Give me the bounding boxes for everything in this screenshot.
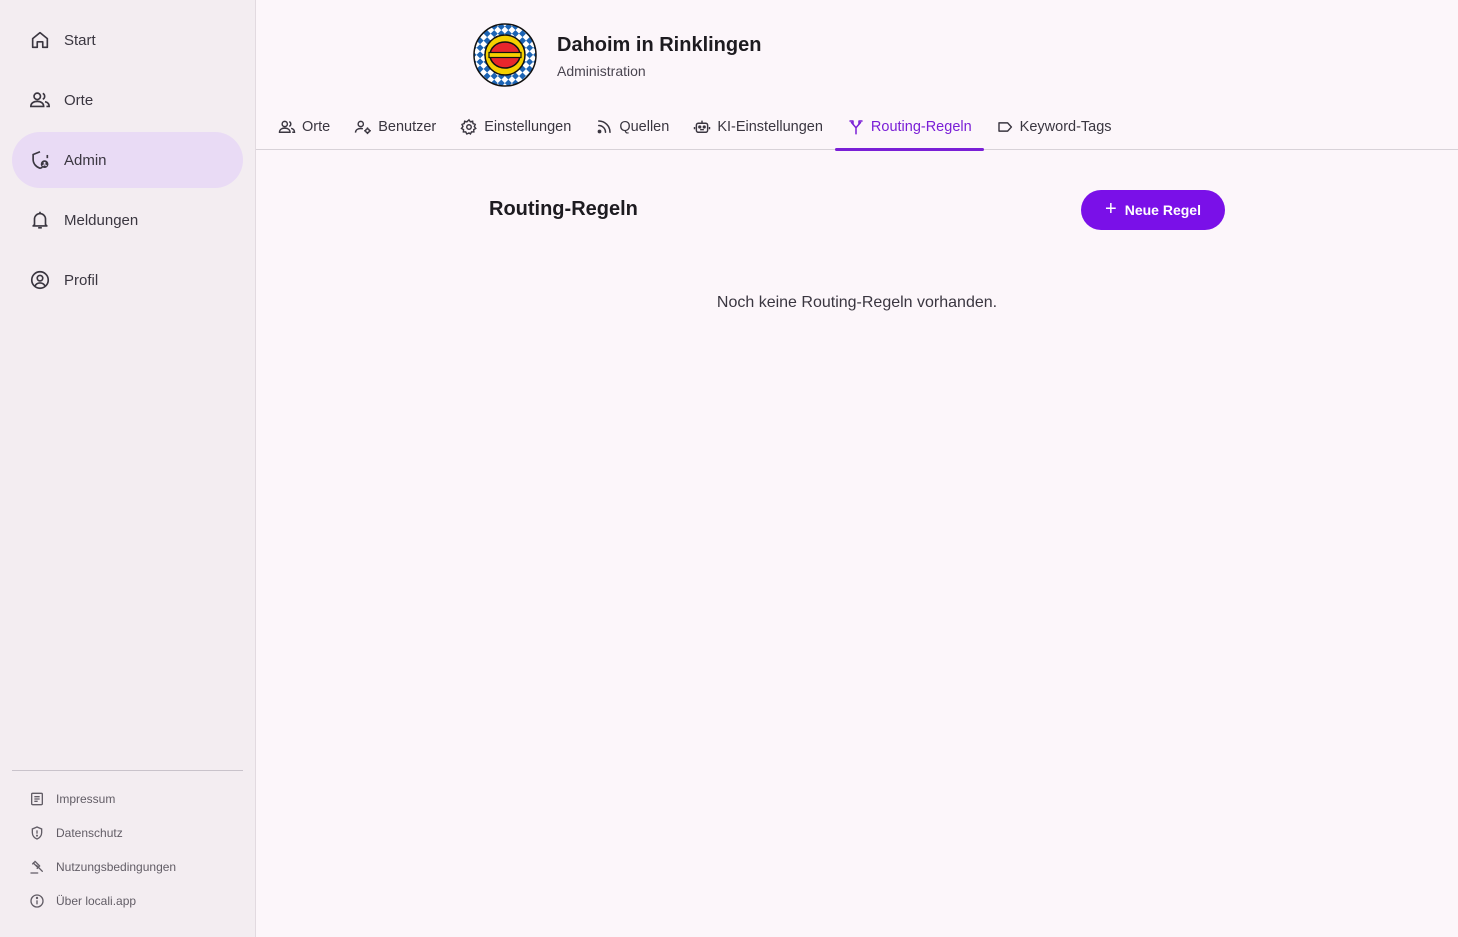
sidebar-item-orte[interactable]: Orte bbox=[12, 72, 243, 128]
sidebar: Start Orte Admin Meldungen Profil Impres… bbox=[0, 0, 256, 937]
user-cog-icon bbox=[354, 118, 372, 136]
footer-link-nutzungsbedingungen[interactable]: Nutzungsbedingungen bbox=[28, 858, 176, 876]
empty-state-message: Noch keine Routing-Regeln vorhanden. bbox=[716, 294, 998, 311]
sidebar-item-label: Profil bbox=[64, 271, 99, 289]
gavel-icon bbox=[28, 858, 46, 876]
tab-label: Einstellungen bbox=[484, 119, 572, 135]
tab-ki-einstellungen[interactable]: KI-Einstellungen bbox=[681, 104, 835, 150]
tab-label: Quellen bbox=[619, 119, 670, 135]
footer-link-label: Nutzungsbedingungen bbox=[56, 860, 177, 874]
home-icon bbox=[28, 28, 52, 52]
document-icon bbox=[28, 790, 46, 808]
coat-of-arms-logo bbox=[473, 23, 537, 87]
shield-icon bbox=[28, 824, 46, 842]
new-rule-button[interactable]: + Neue Regel bbox=[1081, 190, 1225, 230]
page-header: Dahoim in Rinklingen Administration Orte… bbox=[256, 0, 1458, 151]
tag-icon bbox=[996, 118, 1014, 136]
tab-keyword-tags[interactable]: Keyword-Tags bbox=[984, 104, 1124, 150]
users-icon bbox=[28, 88, 52, 112]
sidebar-item-label: Orte bbox=[64, 91, 94, 109]
tab-routing-regeln[interactable]: Routing-Regeln bbox=[834, 104, 984, 151]
tab-label: Orte bbox=[302, 119, 331, 135]
tab-label: Routing-Regeln bbox=[870, 119, 972, 135]
page-title: Routing-Regeln bbox=[489, 198, 638, 220]
sidebar-item-admin[interactable]: Admin bbox=[12, 132, 243, 188]
sidebar-item-label: Start bbox=[64, 31, 96, 49]
tab-einstellungen[interactable]: Einstellungen bbox=[448, 104, 583, 150]
footer-link-datenschutz[interactable]: Datenschutz bbox=[28, 824, 123, 842]
footer-link-label: Über locali.app bbox=[56, 894, 137, 908]
bell-icon bbox=[28, 208, 52, 232]
tab-quellen[interactable]: Quellen bbox=[583, 104, 681, 150]
tab-orte[interactable]: Orte bbox=[266, 104, 342, 150]
tab-label: KI-Einstellungen bbox=[717, 119, 823, 135]
footer-link-label: Datenschutz bbox=[56, 826, 123, 840]
footer-link-impressum[interactable]: Impressum bbox=[28, 790, 115, 808]
fork-icon bbox=[847, 118, 865, 136]
user-circle-icon bbox=[28, 268, 52, 292]
sidebar-item-label: Admin bbox=[64, 151, 107, 169]
sidebar-item-profil[interactable]: Profil bbox=[12, 252, 243, 308]
tab-label: Keyword-Tags bbox=[1019, 119, 1112, 135]
shield-user-icon bbox=[28, 148, 52, 172]
new-rule-button-label: Neue Regel bbox=[1124, 202, 1201, 218]
robot-icon bbox=[693, 118, 711, 136]
users-icon bbox=[278, 118, 296, 136]
organization-subtitle: Administration bbox=[557, 63, 646, 79]
sidebar-item-start[interactable]: Start bbox=[12, 12, 243, 68]
plus-icon: + bbox=[1105, 198, 1117, 220]
rss-icon bbox=[595, 118, 613, 136]
admin-tabs: Orte Benutzer Einstellungen Quellen KI-E… bbox=[266, 104, 1124, 151]
footer-link-about[interactable]: Über locali.app bbox=[28, 892, 136, 910]
tab-benutzer[interactable]: Benutzer bbox=[342, 104, 448, 150]
tab-label: Benutzer bbox=[378, 119, 437, 135]
organization-title: Dahoim in Rinklingen bbox=[557, 34, 762, 56]
footer-link-label: Impressum bbox=[56, 792, 116, 806]
info-icon bbox=[28, 892, 46, 910]
sidebar-divider bbox=[12, 770, 243, 771]
sidebar-item-meldungen[interactable]: Meldungen bbox=[12, 192, 243, 248]
sidebar-item-label: Meldungen bbox=[64, 211, 139, 229]
gear-icon bbox=[460, 118, 478, 136]
